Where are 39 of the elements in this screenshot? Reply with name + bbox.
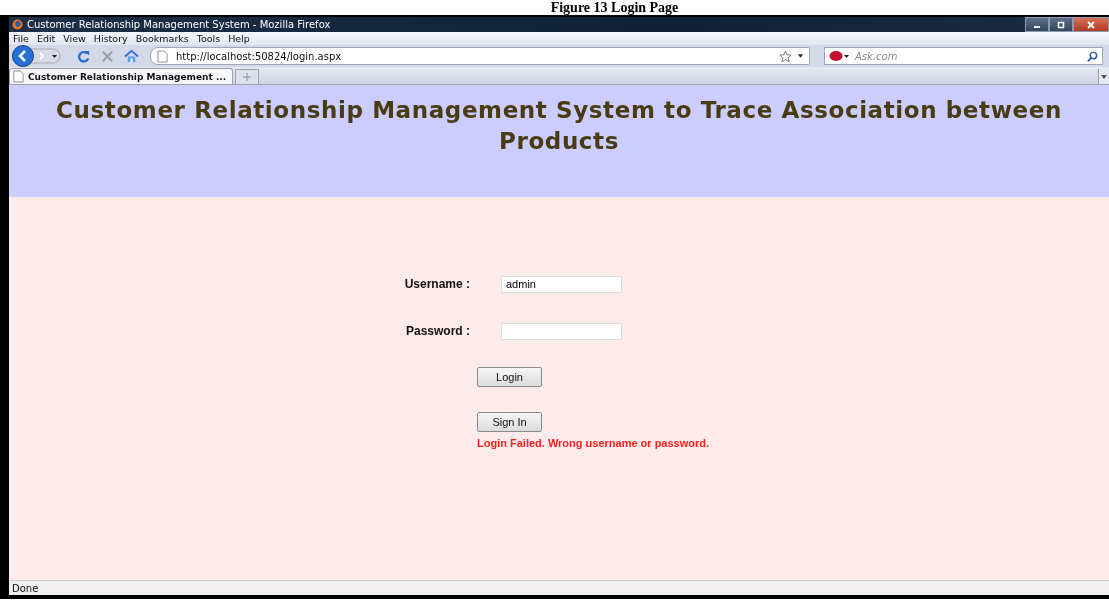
page-icon (13, 70, 24, 83)
home-icon[interactable] (124, 48, 139, 64)
menu-item[interactable]: File (13, 33, 29, 44)
status-text: Done (12, 582, 39, 594)
back-forward-button[interactable] (12, 45, 62, 67)
maximize-button[interactable] (1049, 17, 1073, 32)
figure-caption: Figure 13 Login Page (550, 0, 679, 15)
menu-item[interactable]: Edit (36, 33, 56, 44)
star-icon[interactable] (779, 49, 792, 63)
window-title: Customer Relationship Management System - Mozilla Firefox (27, 19, 332, 30)
menu-item[interactable]: Bookmarks (135, 33, 189, 44)
reload-icon[interactable] (76, 48, 91, 64)
address-bar[interactable]: http://localhost:50824/login.aspx (150, 47, 810, 65)
form-button[interactable]: Sign In (477, 412, 542, 432)
field-label: Password : (404, 324, 471, 338)
caret-icon[interactable] (798, 54, 803, 58)
field-label: Username : (403, 277, 471, 291)
form-button[interactable]: Login (477, 367, 542, 387)
menu-item[interactable]: View (63, 33, 86, 44)
menu-item[interactable]: Help (228, 33, 250, 44)
browser-logo-icon (12, 19, 23, 30)
maximize-icon (1056, 20, 1066, 29)
close-button[interactable] (1073, 17, 1109, 32)
page-icon (157, 49, 168, 63)
menu-item[interactable]: Tools (196, 33, 221, 44)
minimize-button[interactable] (1025, 17, 1049, 32)
error-message: Login Failed. Wrong username or password. (477, 437, 710, 449)
username-field[interactable]: admin (501, 275, 622, 293)
close-icon (1086, 20, 1096, 29)
search-icon[interactable] (1087, 50, 1098, 62)
page-heading: Customer Relationship Management System to Trace Association between Products (55, 96, 1063, 156)
tab-list-button[interactable] (1098, 69, 1109, 84)
browser-tab[interactable]: Customer Relationship Management ... (9, 68, 234, 84)
password-field[interactable] (501, 322, 622, 340)
search-field[interactable]: Ask.com (824, 47, 1103, 65)
caret-icon (1101, 74, 1107, 79)
search-engine-icon[interactable] (829, 50, 851, 62)
plus-icon (243, 73, 252, 81)
menu-item[interactable]: History (93, 33, 128, 44)
